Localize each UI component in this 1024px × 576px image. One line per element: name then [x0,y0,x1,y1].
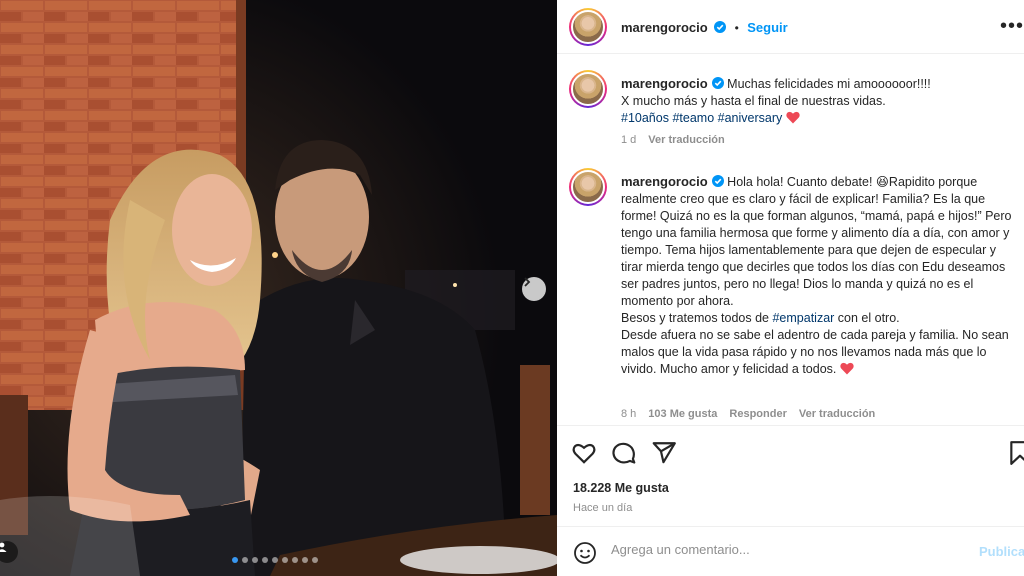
header-user-line: marengorocio • Seguir [621,19,788,37]
comment-username[interactable]: marengorocio [621,174,708,189]
caption-text: marengorocio Muchas felicidades mi amooo… [621,75,1018,127]
caption-line-2: X mucho más y hasta el final de nuestras… [621,94,886,108]
carousel-dot [272,557,278,563]
comment-text: marengorocio Hola hola! Cuanto debate! 😆… [621,173,1018,378]
reply-button[interactable]: Responder [729,408,786,420]
hashtag-empatizar[interactable]: #empatizar [772,311,834,325]
username[interactable]: marengorocio [621,20,708,35]
comment-paragraph-2-end: con el otro. [834,311,900,325]
separator-dot: • [734,21,739,35]
more-options-icon[interactable]: ••• [1000,16,1024,36]
comment-paragraph-1: Hola hola! Cuanto debate! 😆Rapidito porq… [621,175,1012,308]
carousel-dot [242,557,248,563]
carousel-dot [302,557,308,563]
comment-paragraph-2-start: Besos y tratemos todos de [621,311,773,325]
share-icon[interactable] [651,440,677,466]
post-photo[interactable] [0,0,557,576]
comment-likes[interactable]: 103 Me gusta [648,408,717,420]
heart-icon[interactable] [571,440,597,466]
verified-badge-icon [714,21,727,33]
comment-paragraph-3: Desde afuera no se sabe el adentro de ca… [621,328,1009,376]
carousel-dot [252,557,258,563]
emoji-icon[interactable] [573,541,597,565]
caption-time: 1 d [621,134,637,146]
comment-paragraph-2: Besos y tratemos todos de #empatizar con… [621,310,1018,327]
red-heart-icon [786,111,800,124]
likes-count[interactable]: 18.228 Me gusta [573,481,669,495]
instagram-post-view: marengorocio • Seguir ••• marengorocio M… [0,0,1024,576]
next-slide-button[interactable] [522,277,546,301]
caption-username[interactable]: marengorocio [621,76,708,91]
verified-badge-icon [711,77,724,89]
carousel-dot [262,557,268,563]
chevron-right-icon [524,277,531,287]
caption-meta: 1 d Ver traducción [621,134,725,146]
comment-icon[interactable] [611,440,637,466]
post-side-panel: marengorocio • Seguir ••• marengorocio M… [557,0,1024,576]
red-heart-icon [840,362,854,375]
caption-hashtags: #10años #teamo #aniversary [621,110,1018,127]
caption-translate-link[interactable]: Ver traducción [648,134,724,146]
carousel-dot [282,557,288,563]
avatar[interactable] [569,8,607,46]
post-header: marengorocio • Seguir ••• [557,0,1024,54]
hashtag-10anos[interactable]: #10años [621,111,669,125]
follow-button[interactable]: Seguir [747,20,787,35]
comment-meta: 8 h 103 Me gusta Responder Ver traducció… [621,408,875,420]
add-comment-input[interactable] [611,542,951,557]
hashtag-teamo[interactable]: #teamo [672,111,714,125]
comment-time: 8 h [621,408,637,420]
add-comment-bar: Publicar [557,526,1024,576]
verified-badge-icon [711,175,724,187]
caption-line-1: Muchas felicidades mi amoooooor!!!! [727,77,931,91]
bookmark-icon[interactable] [1007,440,1024,466]
post-date: Hace un día [573,502,633,514]
comment-avatar[interactable] [569,168,607,206]
carousel-dot [232,557,238,563]
carousel-indicator [232,557,318,563]
photo-illustration [0,0,557,576]
comment-translate-link[interactable]: Ver traducción [799,408,875,420]
carousel-dot [312,557,318,563]
caption-avatar[interactable] [569,70,607,108]
user-icon [0,542,7,552]
hashtag-aniversary[interactable]: #aniversary [718,111,783,125]
carousel-dot [292,557,298,563]
publish-button[interactable]: Publicar [979,544,1024,559]
